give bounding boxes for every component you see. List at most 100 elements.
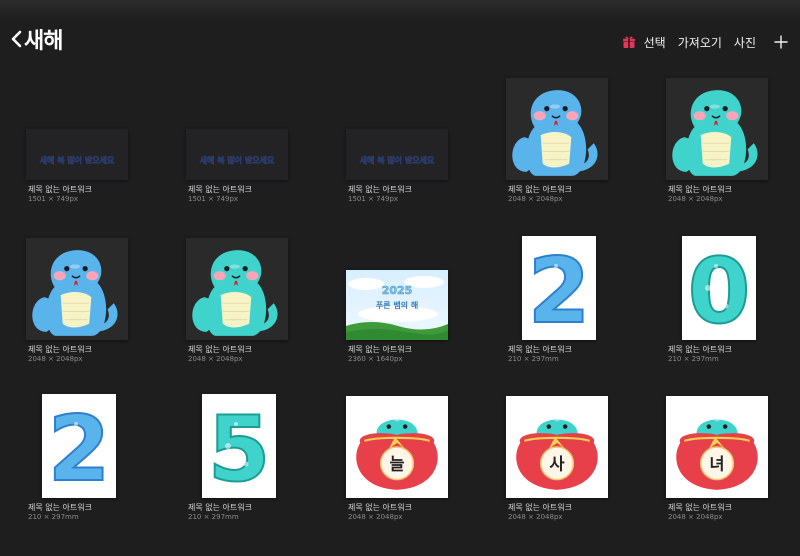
artwork-name: 제목 없는 아트워크 bbox=[508, 345, 572, 354]
artwork-dimensions: 2048 × 2048px bbox=[188, 355, 243, 363]
artwork-dimensions: 1501 × 749px bbox=[28, 195, 79, 203]
artwork-item[interactable]: 5 제목 없는 아트워크 210 × 297mm bbox=[186, 386, 326, 538]
artwork-thumbnail[interactable] bbox=[506, 78, 608, 180]
header-actions: 선택 가져오기 사진 bbox=[622, 30, 788, 54]
svg-text:2: 2 bbox=[528, 239, 591, 340]
artwork-dimensions: 2360 × 1640px bbox=[348, 355, 403, 363]
artwork-item[interactable]: 새해 복 많이 받으세요제목 없는 아트워크 1501 × 749px bbox=[346, 68, 486, 220]
back-button[interactable]: 새해 bbox=[10, 24, 63, 54]
artwork-thumbnail-area: 2 bbox=[26, 386, 166, 498]
artwork-thumbnail[interactable] bbox=[26, 238, 128, 340]
artwork-item[interactable]: 녀제목 없는 아트워크 2048 × 2048px bbox=[666, 386, 800, 538]
import-button[interactable]: 가져오기 bbox=[678, 34, 722, 51]
artwork-thumbnail-area: 0 bbox=[666, 228, 800, 340]
plus-icon bbox=[774, 35, 788, 49]
gallery-header: 새해 선택 가져오기 사진 bbox=[0, 22, 800, 62]
gift-icon[interactable] bbox=[622, 35, 636, 49]
artwork-thumbnail-area bbox=[26, 228, 166, 340]
artwork-thumbnail-area: 사 bbox=[506, 386, 646, 498]
artwork-name: 제목 없는 아트워크 bbox=[668, 345, 732, 354]
artwork-thumbnail[interactable]: 새해 복 많이 받으세요 bbox=[346, 129, 448, 180]
artwork-item[interactable]: 2 제목 없는 아트워크 210 × 297mm bbox=[26, 386, 166, 538]
svg-text:사: 사 bbox=[549, 454, 564, 473]
select-button[interactable]: 선택 bbox=[644, 34, 666, 51]
svg-text:녀: 녀 bbox=[709, 454, 724, 473]
artwork-thumbnail-area bbox=[666, 68, 800, 180]
artwork-dimensions: 210 × 297mm bbox=[668, 355, 719, 363]
artwork-name: 제목 없는 아트워크 bbox=[668, 503, 732, 512]
artwork-name: 제목 없는 아트워크 bbox=[188, 345, 252, 354]
artwork-name: 제목 없는 아트워크 bbox=[188, 503, 252, 512]
artwork-thumbnail[interactable]: 0 bbox=[682, 236, 756, 340]
artwork-item[interactable]: 새해 복 많이 받으세요제목 없는 아트워크 1501 × 749px bbox=[186, 68, 326, 220]
svg-text:2025: 2025 bbox=[382, 284, 413, 297]
add-artwork-button[interactable] bbox=[774, 35, 788, 49]
artwork-item[interactable]: 제목 없는 아트워크 2048 × 2048px bbox=[666, 68, 800, 220]
artwork-thumbnail-area: 새해 복 많이 받으세요 bbox=[26, 68, 166, 180]
artwork-thumbnail-area: 5 bbox=[186, 386, 326, 498]
svg-text:늘: 늘 bbox=[389, 454, 404, 473]
artwork-dimensions: 210 × 297mm bbox=[188, 513, 239, 521]
svg-text:푸른 뱀의 해: 푸른 뱀의 해 bbox=[376, 300, 418, 310]
artwork-thumbnail[interactable]: 새해 복 많이 받으세요 bbox=[26, 129, 128, 180]
svg-text:새해 복 많이 받으세요: 새해 복 많이 받으세요 bbox=[200, 155, 275, 165]
artwork-thumbnail[interactable]: 2 bbox=[522, 236, 596, 340]
artwork-dimensions: 210 × 297mm bbox=[508, 355, 559, 363]
artwork-dimensions: 1501 × 749px bbox=[188, 195, 239, 203]
artwork-item[interactable]: 제목 없는 아트워크 2048 × 2048px bbox=[186, 228, 326, 380]
artwork-thumbnail[interactable] bbox=[186, 238, 288, 340]
artwork-thumbnail-area: 새해 복 많이 받으세요 bbox=[186, 68, 326, 180]
artwork-dimensions: 210 × 297mm bbox=[28, 513, 79, 521]
artwork-thumbnail-area: 녀 bbox=[666, 386, 800, 498]
artwork-thumbnail-area: 새해 복 많이 받으세요 bbox=[346, 68, 486, 180]
artwork-thumbnail-area bbox=[506, 68, 646, 180]
svg-text:2: 2 bbox=[48, 397, 111, 498]
artwork-dimensions: 2048 × 2048px bbox=[668, 195, 723, 203]
artwork-thumbnail-area: 2025 푸른 뱀의 해 bbox=[346, 228, 486, 340]
svg-text:새해 복 많이 받으세요: 새해 복 많이 받으세요 bbox=[360, 155, 435, 165]
artwork-name: 제목 없는 아트워크 bbox=[348, 503, 412, 512]
top-bar-shade bbox=[0, 0, 800, 20]
artwork-thumbnail[interactable]: 2 bbox=[42, 394, 116, 498]
artwork-item[interactable]: 새해 복 많이 받으세요제목 없는 아트워크 1501 × 749px bbox=[26, 68, 166, 220]
artwork-item[interactable]: 사제목 없는 아트워크 2048 × 2048px bbox=[506, 386, 646, 538]
artwork-item[interactable]: 늘제목 없는 아트워크 2048 × 2048px bbox=[346, 386, 486, 538]
artwork-thumbnail[interactable]: 새해 복 많이 받으세요 bbox=[186, 129, 288, 180]
artwork-name: 제목 없는 아트워크 bbox=[188, 185, 252, 194]
artwork-item[interactable]: 0 제목 없는 아트워크 210 × 297mm bbox=[666, 228, 800, 380]
photo-button[interactable]: 사진 bbox=[734, 34, 756, 51]
svg-text:새해 복 많이 받으세요: 새해 복 많이 받으세요 bbox=[40, 155, 115, 165]
svg-text:5: 5 bbox=[208, 397, 271, 498]
svg-text:0: 0 bbox=[688, 239, 751, 340]
artwork-thumbnail[interactable]: 2025 푸른 뱀의 해 bbox=[346, 270, 448, 340]
artwork-grid: 새해 복 많이 받으세요 제목 없는 아트워크 1501 × 749px 새해 복 많… bbox=[0, 62, 800, 556]
artwork-thumbnail-area: 늘 bbox=[346, 386, 486, 498]
artwork-item[interactable]: 2025 푸른 뱀의 해제목 없는 아트워크 2360 × 1640px bbox=[346, 228, 486, 380]
artwork-name: 제목 없는 아트워크 bbox=[348, 185, 412, 194]
artwork-thumbnail[interactable]: 녀 bbox=[666, 396, 768, 498]
artwork-dimensions: 2048 × 2048px bbox=[668, 513, 723, 521]
artwork-name: 제목 없는 아트워크 bbox=[28, 185, 92, 194]
artwork-name: 제목 없는 아트워크 bbox=[668, 185, 732, 194]
chevron-left-icon bbox=[11, 30, 22, 48]
artwork-item[interactable]: 제목 없는 아트워크 2048 × 2048px bbox=[26, 228, 166, 380]
artwork-name: 제목 없는 아트워크 bbox=[28, 345, 92, 354]
artwork-dimensions: 2048 × 2048px bbox=[508, 513, 563, 521]
artwork-thumbnail[interactable]: 늘 bbox=[346, 396, 448, 498]
artwork-item[interactable]: 2 제목 없는 아트워크 210 × 297mm bbox=[506, 228, 646, 380]
artwork-dimensions: 1501 × 749px bbox=[348, 195, 399, 203]
artwork-item[interactable]: 제목 없는 아트워크 2048 × 2048px bbox=[506, 68, 646, 220]
artwork-name: 제목 없는 아트워크 bbox=[28, 503, 92, 512]
artwork-dimensions: 2048 × 2048px bbox=[28, 355, 83, 363]
artwork-name: 제목 없는 아트워크 bbox=[348, 345, 412, 354]
artwork-dimensions: 2048 × 2048px bbox=[508, 195, 563, 203]
artwork-thumbnail[interactable]: 5 bbox=[202, 394, 276, 498]
artwork-thumbnail[interactable]: 사 bbox=[506, 396, 608, 498]
artwork-name: 제목 없는 아트워크 bbox=[508, 503, 572, 512]
artwork-dimensions: 2048 × 2048px bbox=[348, 513, 403, 521]
artwork-thumbnail-area bbox=[186, 228, 326, 340]
artwork-thumbnail[interactable] bbox=[666, 78, 768, 180]
stack-title: 새해 bbox=[24, 29, 63, 54]
artwork-name: 제목 없는 아트워크 bbox=[508, 185, 572, 194]
artwork-thumbnail-area: 2 bbox=[506, 228, 646, 340]
